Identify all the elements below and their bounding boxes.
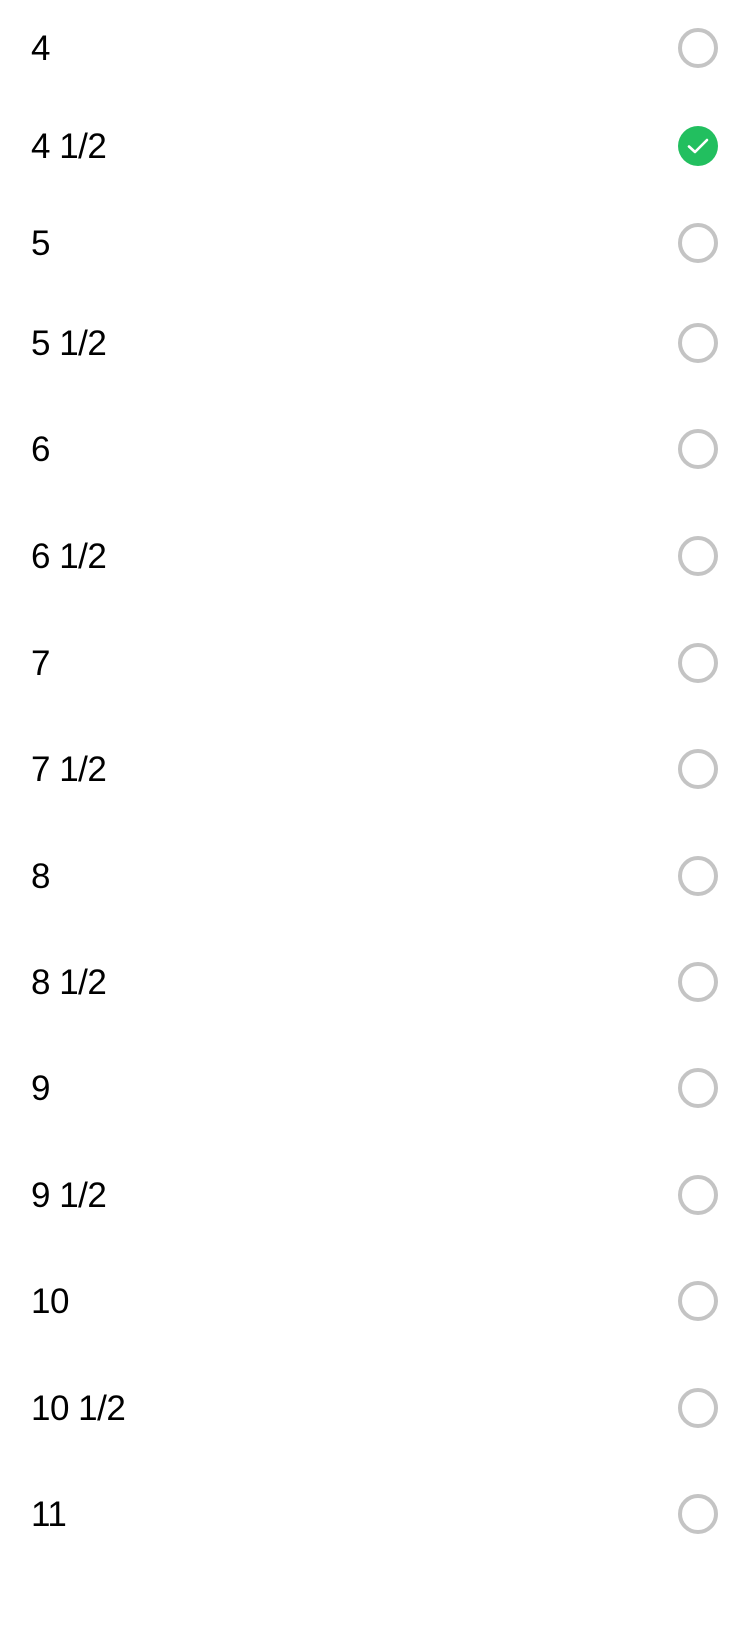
size-option-label: 11 (31, 1494, 67, 1534)
size-option-label: 5 1/2 (31, 323, 107, 363)
size-option-10-1-2[interactable]: 10 1/2 (0, 1360, 750, 1456)
size-option-6-1-2[interactable]: 6 1/2 (0, 508, 750, 604)
size-option-label: 9 1/2 (31, 1175, 107, 1215)
radio-empty-icon[interactable] (678, 429, 718, 469)
radio-empty-icon[interactable] (678, 749, 718, 789)
size-option-label: 10 (31, 1281, 69, 1321)
radio-empty-icon[interactable] (678, 28, 718, 68)
size-option-label: 8 (31, 856, 50, 896)
size-option-5-1-2[interactable]: 5 1/2 (0, 295, 750, 391)
size-option-6[interactable]: 6 (0, 401, 750, 497)
radio-empty-icon[interactable] (678, 962, 718, 1002)
radio-empty-icon[interactable] (678, 536, 718, 576)
radio-empty-icon[interactable] (678, 1494, 718, 1534)
size-option-10[interactable]: 10 (0, 1253, 750, 1349)
size-option-label: 5 (31, 223, 50, 263)
size-option-7-1-2[interactable]: 7 1/2 (0, 721, 750, 817)
size-option-label: 8 1/2 (31, 962, 107, 1002)
radio-empty-icon[interactable] (678, 1388, 718, 1428)
size-option-label: 6 1/2 (31, 536, 107, 576)
size-option-label: 4 (31, 28, 50, 68)
size-option-label: 10 1/2 (31, 1388, 126, 1428)
size-option-9-1-2[interactable]: 9 1/2 (0, 1147, 750, 1243)
size-option-4[interactable]: 4 (0, 0, 750, 96)
radio-empty-icon[interactable] (678, 1175, 718, 1215)
size-option-8[interactable]: 8 (0, 828, 750, 924)
size-option-8-1-2[interactable]: 8 1/2 (0, 934, 750, 1030)
size-option-5[interactable]: 5 (0, 195, 750, 291)
size-option-7[interactable]: 7 (0, 615, 750, 711)
size-option-label: 9 (31, 1068, 50, 1108)
size-option-label: 7 (31, 643, 50, 683)
size-option-label: 4 1/2 (31, 126, 107, 166)
radio-empty-icon[interactable] (678, 1281, 718, 1321)
size-option-list: 4 4 1/2 5 5 1/2 6 6 1/2 7 7 1/2 8 8 1/2 … (0, 0, 750, 1638)
size-option-11[interactable]: 11 (0, 1466, 750, 1562)
size-option-label: 7 1/2 (31, 749, 107, 789)
radio-empty-icon[interactable] (678, 323, 718, 363)
radio-empty-icon[interactable] (678, 643, 718, 683)
size-option-9[interactable]: 9 (0, 1040, 750, 1136)
radio-empty-icon[interactable] (678, 856, 718, 896)
checkmark-circle-icon[interactable] (678, 126, 718, 166)
radio-empty-icon[interactable] (678, 1068, 718, 1108)
size-option-label: 6 (31, 429, 50, 469)
radio-empty-icon[interactable] (678, 223, 718, 263)
size-option-4-1-2[interactable]: 4 1/2 (0, 98, 750, 194)
